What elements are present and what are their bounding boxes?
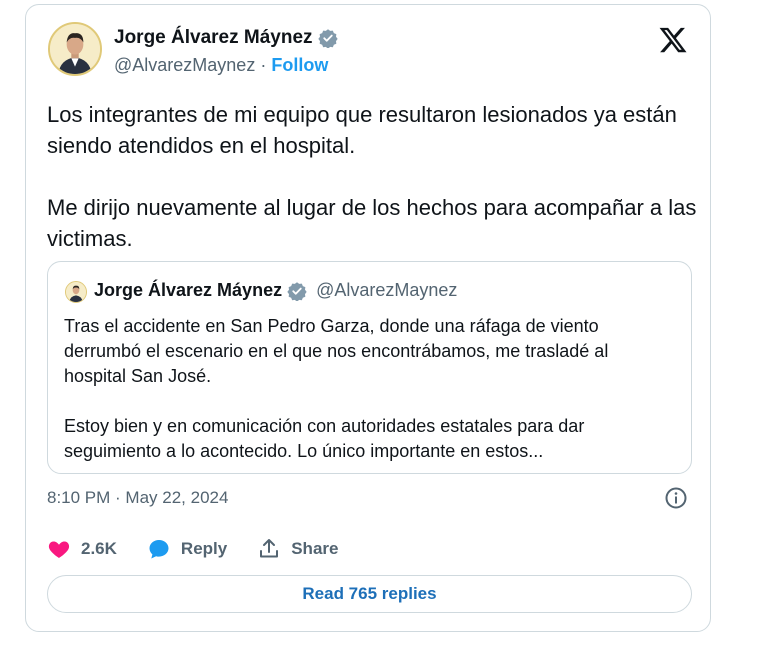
- author-handle[interactable]: @AlvarezMaynez: [114, 55, 255, 75]
- reply-bubble-icon: [149, 540, 169, 559]
- verified-badge-icon: [287, 281, 307, 301]
- tweet-text: Los integrantes de mi equipo que resulta…: [47, 99, 707, 254]
- heart-icon: [48, 541, 70, 558]
- reply-label: Reply: [180, 539, 228, 558]
- verified-badge-icon: [317, 29, 338, 48]
- quoted-avatar: [65, 281, 87, 303]
- info-icon[interactable]: [664, 486, 688, 510]
- share-label: Share: [291, 539, 339, 558]
- avatar[interactable]: [48, 22, 102, 76]
- tweet-paragraph: Me dirijo nuevamente al lugar de los hec…: [47, 195, 697, 251]
- quoted-tweet[interactable]: Jorge Álvarez Máynez @AlvarezMaynez Tras…: [47, 261, 692, 474]
- share-upload-icon: [260, 539, 279, 558]
- quoted-author-handle: @AlvarezMaynez: [316, 280, 458, 300]
- author-name[interactable]: Jorge Álvarez Máynez: [114, 27, 338, 49]
- tweet-paragraph: Los integrantes de mi equipo que resulta…: [47, 102, 677, 158]
- quoted-paragraph: Estoy bien y en comunicación con autorid…: [64, 416, 585, 461]
- x-logo-icon[interactable]: [658, 25, 688, 55]
- like-button[interactable]: 2.6K: [47, 537, 117, 561]
- quoted-author-name: Jorge Álvarez Máynez: [94, 280, 283, 300]
- quoted-header: Jorge Álvarez Máynez @AlvarezMaynez: [94, 280, 457, 301]
- author-handle-row: @AlvarezMaynez · Follow: [114, 55, 328, 76]
- avatar-portrait-icon: [50, 24, 100, 74]
- follow-button[interactable]: Follow: [271, 55, 328, 75]
- read-replies-button[interactable]: Read 765 replies: [47, 575, 692, 613]
- tweet-timestamp[interactable]: 8:10 PM · May 22, 2024: [47, 488, 228, 508]
- share-button[interactable]: Share: [257, 537, 338, 561]
- avatar-portrait-icon: [66, 282, 86, 302]
- quoted-paragraph: Tras el accidente en San Pedro Garza, do…: [64, 316, 609, 386]
- like-count: 2.6K: [81, 539, 117, 558]
- separator-dot: ·: [260, 55, 267, 75]
- tweet-actions: 2.6K Reply Share: [47, 537, 368, 561]
- quoted-tweet-text: Tras el accidente en San Pedro Garza, do…: [64, 314, 664, 464]
- author-name-text[interactable]: Jorge Álvarez Máynez: [114, 27, 313, 49]
- embedded-tweet-card: Jorge Álvarez Máynez @AlvarezMaynez · Fo…: [25, 4, 711, 632]
- reply-button[interactable]: Reply: [147, 537, 227, 561]
